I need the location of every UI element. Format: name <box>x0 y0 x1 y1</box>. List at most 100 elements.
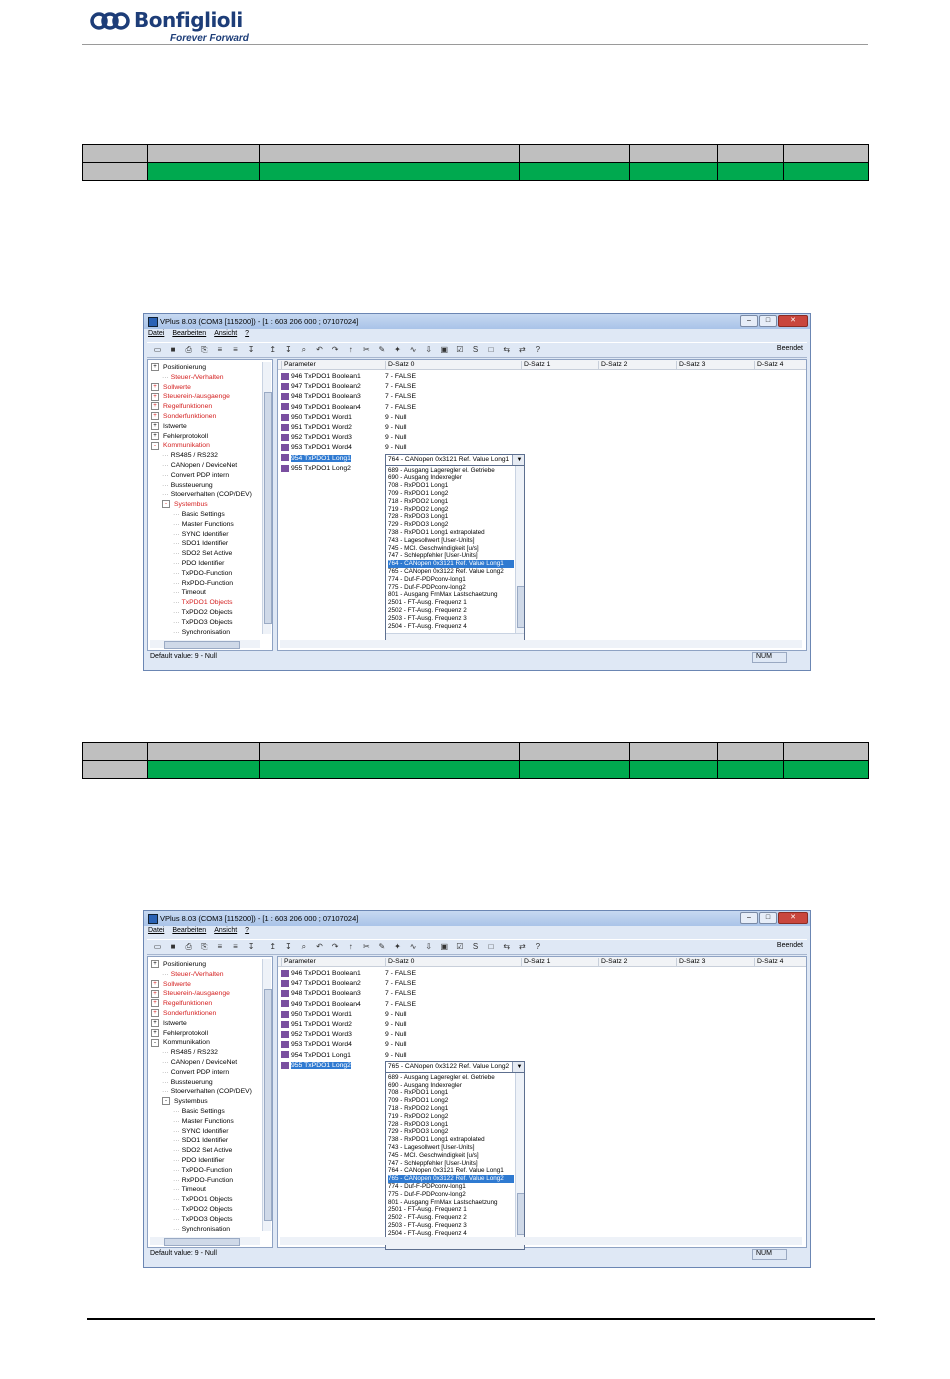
dropdown-option[interactable]: 709 - RxPDO1 Long2 <box>388 1097 514 1105</box>
dropdown-option[interactable]: 745 - MCI. Geschwindigkeit [u/s] <box>388 545 514 553</box>
close-button[interactable]: ✕ <box>778 912 808 924</box>
dropdown-option[interactable]: 719 - RxPDO2 Long2 <box>388 1113 514 1121</box>
tree-item[interactable]: + Fehlerprotokoll <box>151 431 208 441</box>
dropdown-option[interactable]: 689 - Ausgang Lageregler el. Getriebe <box>388 467 514 475</box>
dropdown-option[interactable]: 718 - RxPDO2 Long1 <box>388 498 514 506</box>
dropdown-option[interactable]: 2502 - FT-Ausg. Frequenz 2 <box>388 607 514 615</box>
preview-icon[interactable]: ⎘ <box>200 942 209 951</box>
parameter-name[interactable]: 950 TxPDO1 Word1 <box>291 1011 352 1018</box>
tree-item[interactable]: ··· PDO Identifier <box>173 1156 224 1165</box>
menu-item[interactable]: ? <box>245 927 249 934</box>
tree-item[interactable]: ··· Stoerverhalten (COP/DEV) <box>162 490 252 499</box>
dropdown-option[interactable]: 743 - Lagesollwert [User-Units] <box>388 537 514 545</box>
dropdown-option[interactable]: 2501 - FT-Ausg. Frequenz 1 <box>388 599 514 607</box>
tree-item[interactable]: ··· Bussteuerung <box>162 1078 213 1087</box>
parameter-value[interactable]: 7 - FALSE <box>385 372 416 381</box>
tree-item[interactable]: + Positionierung <box>151 960 206 969</box>
maximize-button[interactable]: □ <box>759 912 777 924</box>
tree-expander-icon[interactable]: + <box>151 1028 159 1037</box>
parameter-row[interactable]: 950 TxPDO1 Word1 <box>281 1010 352 1019</box>
open-icon[interactable]: ▭ <box>153 942 162 951</box>
parameter-row[interactable]: 946 TxPDO1 Boolean1 <box>281 969 361 978</box>
parameter-row[interactable]: 953 TxPDO1 Word4 <box>281 443 352 452</box>
parameter-row[interactable]: 954 TxPDO1 Long1 <box>281 1051 351 1060</box>
tree-item[interactable]: ··· Master Functions <box>173 520 234 529</box>
parameter-row[interactable]: 951 TxPDO1 Word2 <box>281 1020 352 1029</box>
parameter-row[interactable]: 955 TxPDO1 Long2 <box>281 1061 351 1070</box>
tree-item[interactable]: + Sonderfunktionen <box>151 412 216 421</box>
minimize-button[interactable]: – <box>740 315 758 327</box>
parameter-value[interactable]: 9 - Null <box>385 1030 407 1039</box>
s-icon[interactable]: S <box>471 942 480 951</box>
dropdown-option[interactable]: 708 - RxPDO1 Long1 <box>388 1089 514 1097</box>
tree-expander-icon[interactable]: + <box>151 960 159 969</box>
tree-item[interactable]: ··· RxPDO-Function <box>173 1176 233 1185</box>
wand-icon[interactable]: ✦ <box>393 345 402 354</box>
tree-expander-icon[interactable]: + <box>151 382 159 391</box>
preview-icon[interactable]: ⎘ <box>200 345 209 354</box>
tree-item[interactable]: ··· Steuer-/Verhalten <box>162 970 224 979</box>
chevron-down-icon[interactable]: ▼ <box>512 454 524 465</box>
parameter-value[interactable]: 7 - FALSE <box>385 1000 416 1009</box>
parameter-row[interactable]: 948 TxPDO1 Boolean3 <box>281 392 361 401</box>
tree-expander-icon[interactable]: - <box>162 1097 170 1106</box>
parameter-row[interactable]: 947 TxPDO1 Boolean2 <box>281 979 361 988</box>
tree-item[interactable]: ··· Convert PDP intern <box>162 1068 229 1077</box>
list-icon[interactable]: ≡ <box>215 942 224 951</box>
parameter-value[interactable]: 9 - Null <box>385 1010 407 1019</box>
tools-icon[interactable]: ✂ <box>362 942 371 951</box>
tree-item[interactable]: ··· TxPDO3 Objects <box>173 618 233 627</box>
tree-item[interactable]: ··· RS485 / RS232 <box>162 1048 218 1057</box>
cursor-icon[interactable]: ↑ <box>346 345 355 354</box>
menu-item[interactable]: Ansicht <box>214 330 237 337</box>
parameter-row[interactable]: 948 TxPDO1 Boolean3 <box>281 989 361 998</box>
tree-item[interactable]: + Regelfunktionen <box>151 402 212 411</box>
parameter-row[interactable]: 947 TxPDO1 Boolean2 <box>281 382 361 391</box>
dropdown-option[interactable]: 719 - RxPDO2 Long2 <box>388 506 514 514</box>
parameter-row[interactable]: 950 TxPDO1 Word1 <box>281 413 352 422</box>
tree-item[interactable]: ··· Synchronisation <box>173 628 230 637</box>
value-dropdown-list[interactable]: 689 - Ausgang Lageregler el. Getriebe 690… <box>385 464 525 643</box>
scroll-thumb[interactable] <box>264 989 272 1221</box>
page-icon[interactable]: □ <box>487 345 496 354</box>
redo-icon[interactable]: ↷ <box>331 942 340 951</box>
parameter-name[interactable]: 947 TxPDO1 Boolean2 <box>291 980 361 987</box>
parameter-row[interactable]: 954 TxPDO1 Long1 <box>281 454 351 463</box>
parameter-name[interactable]: 955 TxPDO1 Long2 <box>291 465 351 472</box>
tree-item[interactable]: + Steuerein-/ausgaenge <box>151 989 230 998</box>
tools-icon[interactable]: ✂ <box>362 345 371 354</box>
save-icon[interactable]: ■ <box>169 942 178 951</box>
wand-icon[interactable]: ✦ <box>393 942 402 951</box>
import-icon[interactable]: ↧ <box>247 345 256 354</box>
dropdown-option[interactable]: 765 - CANopen 0x3122 Ref. Value Long2 <box>388 568 514 576</box>
value-dropdown-list[interactable]: 689 - Ausgang Lageregler el. Getriebe 690… <box>385 1071 525 1250</box>
tree-item[interactable]: - Systembus <box>162 1097 208 1106</box>
save-icon[interactable]: ■ <box>169 345 178 354</box>
dropdown-option[interactable]: 743 - Lagesollwert [User-Units] <box>388 1144 514 1152</box>
dropdown-option[interactable]: 2502 - FT-Ausg. Frequenz 2 <box>388 1214 514 1222</box>
column-header[interactable]: Parameter <box>281 958 316 966</box>
dropdown-option[interactable]: 775 - Duf-F-PDPconv-long2 <box>388 1191 514 1199</box>
download-icon[interactable]: ⇩ <box>424 942 433 951</box>
dropdown-option[interactable]: 774 - Duf-F-PDPconv-long1 <box>388 1183 514 1191</box>
column-header[interactable]: Parameter <box>281 361 316 369</box>
menu-item[interactable]: ? <box>245 330 249 337</box>
monitor-icon[interactable]: ▣ <box>440 942 449 951</box>
scroll-thumb[interactable] <box>264 392 272 624</box>
tree-item[interactable]: ··· TxPDO-Function <box>173 569 232 578</box>
search-icon[interactable]: ⌕ <box>299 345 308 354</box>
tree-item[interactable]: ··· Timeout <box>173 1185 206 1194</box>
tree-item[interactable]: ··· TxPDO3 Objects <box>173 1215 233 1224</box>
tree-vertical-scrollbar[interactable] <box>262 959 272 1231</box>
edit-icon[interactable]: ✎ <box>377 345 386 354</box>
tree-item[interactable]: ··· Stoerverhalten (COP/DEV) <box>162 1087 252 1096</box>
dropdown-option[interactable]: 764 - CANopen 0x3121 Ref. Value Long1 <box>388 560 514 569</box>
s-icon[interactable]: S <box>471 345 480 354</box>
menu-item[interactable]: Ansicht <box>214 927 237 934</box>
column-header[interactable]: D-Satz 2 <box>598 361 627 369</box>
tree-item[interactable]: + Sollwerte <box>151 979 191 989</box>
parameter-name[interactable]: 953 TxPDO1 Word4 <box>291 1041 352 1048</box>
dropdown-option[interactable]: 690 - Ausgang Indexregler <box>388 1082 514 1090</box>
dropdown-option[interactable]: 690 - Ausgang Indexregler <box>388 474 514 482</box>
tree-expander-icon[interactable]: - <box>151 441 159 450</box>
